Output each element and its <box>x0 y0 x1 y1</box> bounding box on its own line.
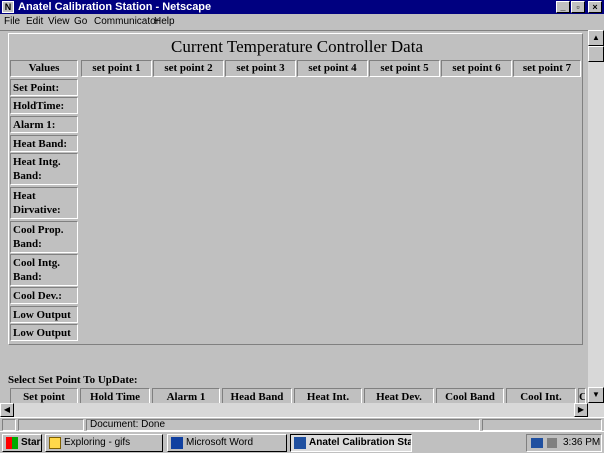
close-button[interactable]: × <box>588 1 602 13</box>
header-set-point-2: set point 2 <box>153 60 224 77</box>
minimize-icon: _ <box>560 2 566 12</box>
close-icon: × <box>592 2 598 12</box>
word-icon <box>171 437 183 449</box>
row-label-low-output-1: Low Output <box>10 306 78 323</box>
maximize-button[interactable]: ▫ <box>571 1 585 13</box>
header-set-point-4: set point 4 <box>297 60 368 77</box>
scroll-left-button[interactable]: ◀ <box>0 403 14 417</box>
start-button[interactable]: Start <box>2 434 42 452</box>
folder-icon <box>49 437 61 449</box>
horizontal-scroll-track[interactable] <box>14 403 574 417</box>
arrow-left-icon: ◀ <box>3 405 11 414</box>
scroll-thumb[interactable] <box>588 46 604 62</box>
menu-bar: File Edit View Go Communicator Help <box>0 14 604 29</box>
speaker-icon[interactable] <box>547 438 557 448</box>
header-set-point-5: set point 5 <box>369 60 440 77</box>
row-label-heat-intg-band: Heat Intg. Band: <box>10 153 78 185</box>
menu-go[interactable]: Go <box>74 15 87 28</box>
row-label-heat-band: Heat Band: <box>10 135 78 152</box>
menu-file[interactable]: File <box>4 15 20 28</box>
start-label: Start <box>21 437 42 448</box>
scroll-down-button[interactable]: ▼ <box>588 387 604 403</box>
security-icon[interactable] <box>2 419 16 431</box>
clock[interactable]: 3:36 PM <box>563 435 600 451</box>
task-anatel[interactable]: Anatel Calibration Sta... <box>290 434 412 452</box>
row-label-cool-prop-band: Cool Prop. Band: <box>10 221 78 253</box>
header-values: Values <box>10 60 78 77</box>
header-set-point-1: set point 1 <box>81 60 152 77</box>
scroll-up-button[interactable]: ▲ <box>588 30 604 46</box>
status-text: Document: Done <box>86 419 480 431</box>
system-tray: 3:36 PM <box>526 434 602 452</box>
task-exploring-label: Exploring - gifs <box>64 437 131 448</box>
row-label-hold-time: HoldTime: <box>10 97 78 114</box>
header-set-point-7: set point 7 <box>513 60 581 77</box>
task-word-label: Microsoft Word <box>186 437 254 448</box>
maximize-icon: ▫ <box>576 2 580 12</box>
horizontal-scrollbar[interactable]: ◀ ▶ <box>0 403 588 417</box>
progress-box <box>18 419 84 431</box>
task-word[interactable]: Microsoft Word <box>167 434 287 452</box>
row-label-low-output-2: Low Output <box>10 324 78 341</box>
arrow-right-icon: ▶ <box>577 405 585 414</box>
window-titlebar: N Anatel Calibration Station - Netscape … <box>0 0 604 14</box>
temperature-table <box>8 33 583 345</box>
taskbar: Start Exploring - gifs Microsoft Word An… <box>0 431 604 453</box>
window-title: Anatel Calibration Station - Netscape <box>18 1 212 13</box>
minimize-button[interactable]: _ <box>556 1 570 13</box>
select-set-point-label: Select Set Point To UpDate: <box>8 374 138 386</box>
netscape-task-icon <box>294 437 306 449</box>
header-set-point-6: set point 6 <box>441 60 512 77</box>
network-icon[interactable] <box>531 438 543 448</box>
arrow-up-icon: ▲ <box>592 33 600 42</box>
task-exploring[interactable]: Exploring - gifs <box>45 434 163 452</box>
page-title: Current Temperature Controller Data <box>171 37 423 56</box>
header-set-point-3: set point 3 <box>225 60 296 77</box>
row-label-cool-intg-band: Cool Intg. Band: <box>10 254 78 286</box>
row-label-heat-dirvative: Heat Dirvative: <box>10 187 78 219</box>
row-label-set-point: Set Point: <box>10 79 78 96</box>
arrow-down-icon: ▼ <box>592 390 600 399</box>
menu-view[interactable]: View <box>48 15 70 28</box>
status-bar: Document: Done <box>0 417 604 431</box>
row-label-cool-dev: Cool Dev.: <box>10 287 78 304</box>
netscape-icon[interactable]: N <box>2 1 14 13</box>
row-label-alarm-1: Alarm 1: <box>10 116 78 133</box>
vertical-scrollbar[interactable]: ▲ ▼ <box>588 30 604 417</box>
menu-help[interactable]: Help <box>154 15 175 28</box>
component-bar <box>482 419 602 431</box>
menu-edit[interactable]: Edit <box>26 15 43 28</box>
scroll-right-button[interactable]: ▶ <box>574 403 588 417</box>
task-anatel-label: Anatel Calibration Sta... <box>309 437 412 448</box>
windows-flag-icon <box>6 437 18 449</box>
menu-communicator[interactable]: Communicator <box>94 15 159 28</box>
